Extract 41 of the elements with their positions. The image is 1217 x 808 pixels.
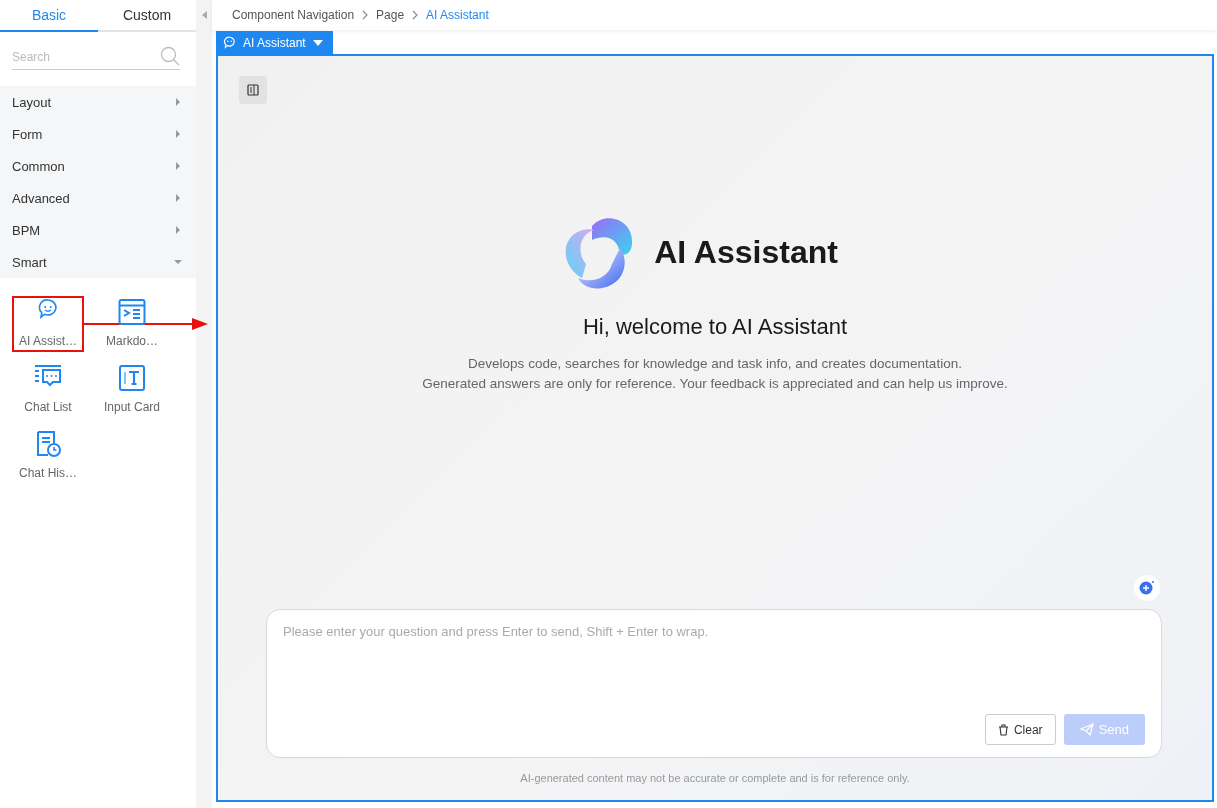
welcome-heading: Hi, welcome to AI Assistant	[582, 314, 848, 340]
caret-down-icon	[312, 39, 323, 46]
collapse-handle[interactable]	[196, 0, 212, 808]
new-chat-button[interactable]	[1134, 575, 1160, 601]
sidebar-toggle-button[interactable]	[239, 76, 267, 104]
chevron-right-icon	[412, 10, 419, 20]
caret-left-icon	[201, 11, 207, 19]
brand-title: AI Assistant	[654, 233, 838, 271]
breadcrumb-link[interactable]: AI Assistant	[426, 8, 489, 22]
chat-bubble-icon	[37, 298, 59, 320]
component-item[interactable]: Chat His…	[12, 428, 84, 484]
category-item[interactable]: Advanced	[0, 182, 196, 214]
plus-bubble-icon	[1139, 580, 1155, 596]
component-item[interactable]: Input Card	[96, 362, 168, 418]
chevron-right-icon	[362, 10, 369, 20]
panel-icon	[247, 84, 259, 96]
category-item[interactable]: Smart	[0, 246, 196, 278]
component-tag[interactable]: AI Assistant	[216, 31, 333, 54]
category-item[interactable]: BPM	[0, 214, 196, 246]
category-item[interactable]: Form	[0, 118, 196, 150]
terminal-window-icon	[118, 298, 146, 326]
breadcrumb-link[interactable]: Component Navigation	[232, 8, 355, 22]
document-clock-icon	[34, 430, 62, 458]
component-item[interactable]: Chat List	[12, 362, 84, 418]
search-icon	[160, 46, 180, 66]
text-input-icon	[118, 364, 146, 392]
clear-button[interactable]: Clear	[984, 714, 1056, 745]
category-item[interactable]: Layout	[0, 86, 196, 118]
category-item[interactable]: Common	[0, 150, 196, 182]
disclaimer-text: AI-generated content may not be accurate or complete and is for reference only.	[519, 772, 911, 784]
trash-icon	[997, 723, 1009, 736]
component-item[interactable]: AI Assist…	[12, 296, 84, 352]
description-text: Develops code, searches for knowledge and task info, and creates documentation.	[468, 356, 962, 371]
paper-plane-icon	[1079, 723, 1094, 736]
sidebar-tab[interactable]: Basic	[0, 0, 98, 32]
description-text: Generated answers are only for reference. Your feedback is appreciated and can help us improve.	[422, 376, 1008, 391]
component-tag-label: AI Assistant	[243, 35, 306, 50]
component-item[interactable]: Markdo…	[96, 296, 168, 352]
sidebar-tab[interactable]: Custom	[98, 0, 196, 32]
breadcrumb-link[interactable]: Page	[376, 8, 405, 22]
chat-bubble-icon	[223, 36, 236, 49]
